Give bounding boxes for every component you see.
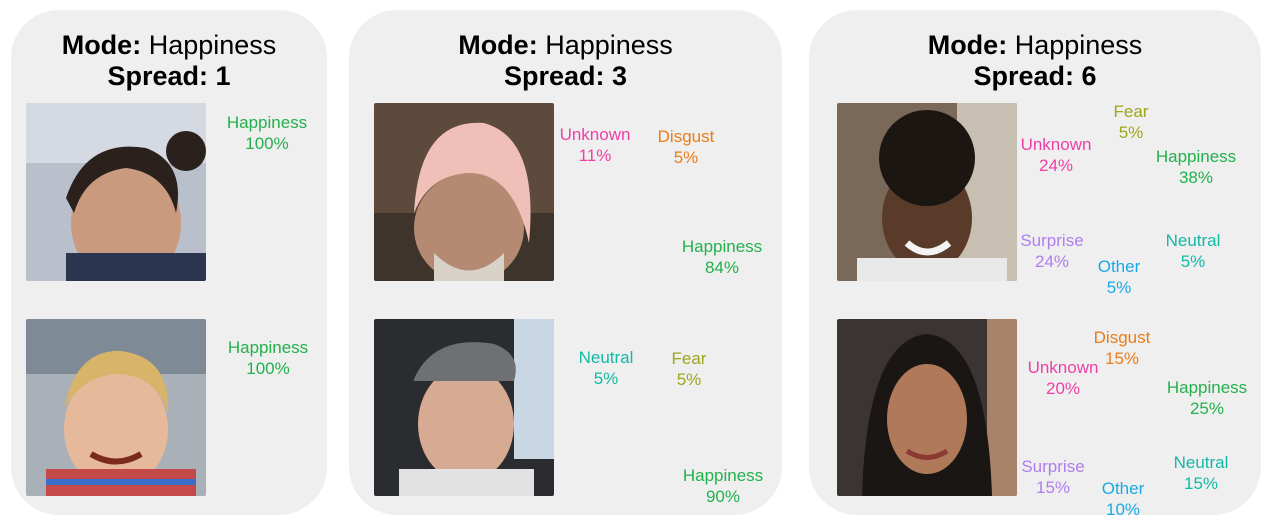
mode-label: Mode: <box>927 30 1008 60</box>
pie-slice-happiness <box>222 166 312 256</box>
mode-value: Happiness <box>1014 30 1143 60</box>
slice-label: Disgust 15% <box>1093 328 1151 368</box>
slice-label: Happiness 100% <box>226 113 308 153</box>
pie-slice-happiness <box>223 390 313 480</box>
slice-label: Fear 5% <box>671 349 707 389</box>
spread-label: Spread: 3 <box>503 61 628 91</box>
slice-label: Other 10% <box>1101 479 1145 519</box>
slice-label: Neutral 5% <box>578 348 634 388</box>
spread-label: Spread: 6 <box>973 61 1097 91</box>
slice-label: Unknown 11% <box>559 125 631 165</box>
slice-label: Happiness 38% <box>1155 147 1237 187</box>
panel-title: Mode: Happiness Spread: 1 <box>11 30 327 92</box>
slice-label: Surprise 15% <box>1021 457 1085 497</box>
mode-label: Mode: <box>458 30 538 60</box>
slice-label: Neutral 15% <box>1173 453 1229 493</box>
slice-label: Happiness 100% <box>227 338 309 378</box>
slice-label: Surprise 24% <box>1020 231 1084 271</box>
man-pink-head-wrap-photo <box>374 103 554 281</box>
slice-label: Disgust 5% <box>657 127 715 167</box>
slice-label: Other 5% <box>1097 257 1141 297</box>
spread-label: Spread: 1 <box>107 61 231 91</box>
panel-title: Mode: Happiness Spread: 6 <box>809 30 1261 92</box>
boy-smiling-blond-photo <box>26 319 206 496</box>
man-in-car-cap-photo <box>374 319 554 496</box>
slice-label: Happiness 25% <box>1166 378 1248 418</box>
panel-title: Mode: Happiness Spread: 3 <box>349 30 782 92</box>
woman-smiling-hair-bun-photo <box>26 103 206 281</box>
slice-label: Happiness 90% <box>682 466 764 506</box>
slice-label: Unknown 24% <box>1020 135 1092 175</box>
mode-label: Mode: <box>61 30 142 60</box>
mode-value: Happiness <box>545 30 673 60</box>
slice-label: Happiness 84% <box>681 237 763 277</box>
slice-label: Neutral 5% <box>1165 231 1221 271</box>
mode-value: Happiness <box>148 30 277 60</box>
slice-label: Unknown 20% <box>1027 358 1099 398</box>
teen-curly-hair-earphones-photo <box>837 103 1017 281</box>
woman-long-dark-hair-photo <box>837 319 1017 496</box>
slice-label: Fear 5% <box>1113 102 1149 142</box>
